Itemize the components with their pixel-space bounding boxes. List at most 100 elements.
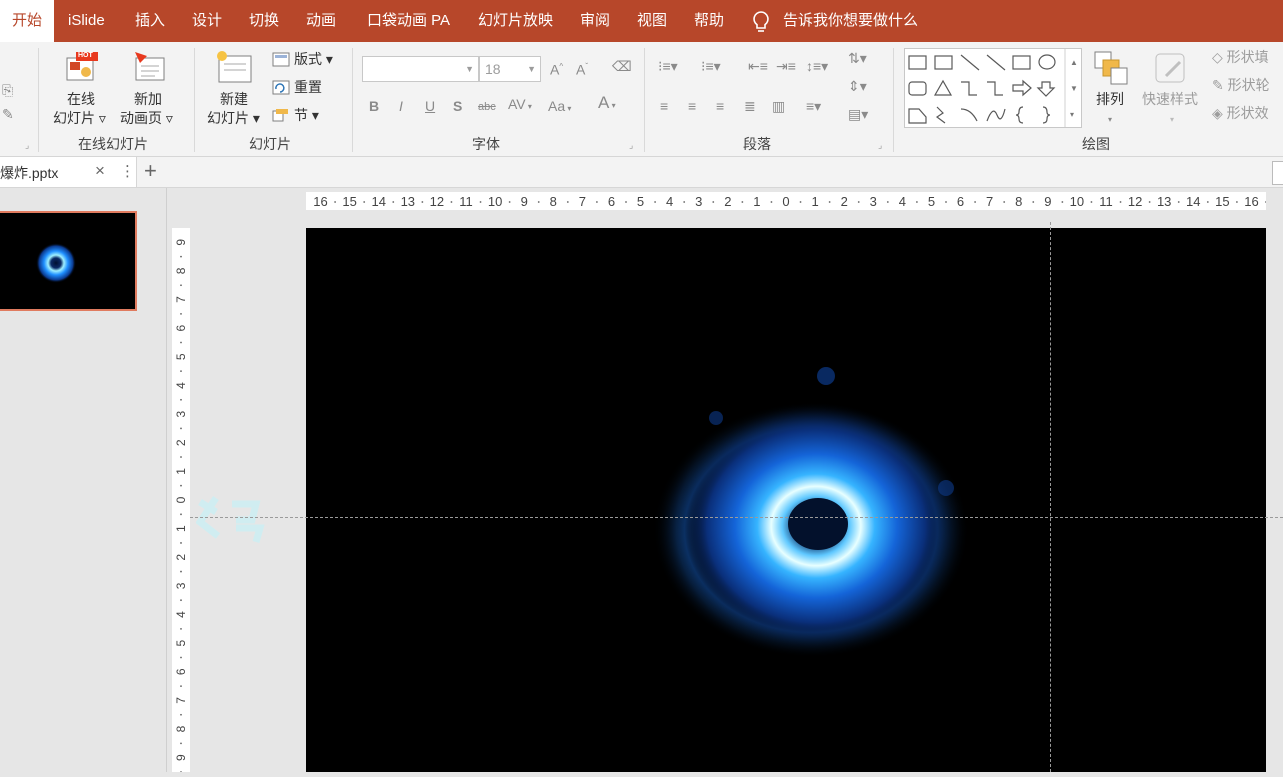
slide-canvas[interactable]: [306, 228, 1266, 772]
format-painter-icon[interactable]: ✎: [2, 106, 14, 122]
text-direction-icon[interactable]: ⇅▾: [848, 50, 867, 66]
layout-button[interactable]: 版式 ▾: [294, 50, 333, 69]
fireball-image[interactable]: [306, 228, 1266, 772]
ruler-tick: [1119, 201, 1122, 203]
tab-slideshow[interactable]: 幻灯片放映: [478, 0, 553, 42]
shape-outline-button[interactable]: ✎ 形状轮: [1212, 76, 1270, 95]
distributed-icon[interactable]: ▥: [772, 98, 785, 114]
tab-help[interactable]: 帮助: [694, 0, 724, 42]
align-center-icon[interactable]: ≡: [688, 98, 696, 114]
horizontal-ruler[interactable]: 16 15 14 13 12 11 10 9 8 7 6 5 4 3 2 1 0 1 2 3 4 5 6 7 8 9 10 11 12 1…: [306, 192, 1267, 210]
increase-font-icon[interactable]: A^: [550, 59, 563, 78]
ruler-tick: [1148, 201, 1151, 203]
reset-button[interactable]: 重置: [294, 78, 322, 97]
group-label-drawing: 绘图: [1082, 136, 1110, 152]
quick-styles-dropdown-icon[interactable]: ▾: [1170, 112, 1174, 128]
vertical-ruler[interactable]: 9 8 7 6 5 4 3 2 1 0 1 2 3 4 5 6 7 8 9: [172, 228, 190, 773]
slide-thumbnail[interactable]: [0, 211, 137, 311]
ribbon: ⎘ ✎ HOT 在线 幻灯片 ▿ 新加 动画页 ▿ 在线幻灯片 ⌟ 新建 幻灯片…: [0, 42, 1283, 157]
ruler-label: 4: [899, 194, 906, 209]
vertical-guide[interactable]: [1050, 222, 1051, 772]
quick-styles-icon[interactable]: [1152, 50, 1188, 91]
ruler-tick: [654, 201, 656, 203]
decrease-indent-icon[interactable]: ⇤≡: [748, 58, 768, 74]
decrease-font-icon[interactable]: Aˇ: [576, 59, 588, 78]
increase-indent-icon[interactable]: ⇥≡: [776, 58, 796, 74]
shadow-icon[interactable]: S: [453, 98, 462, 114]
arrange-icon[interactable]: [1093, 50, 1129, 91]
align-left-icon[interactable]: ≡: [660, 98, 668, 114]
ruler-label: 9: [1044, 194, 1051, 209]
tab-view[interactable]: 视图: [637, 0, 667, 42]
layout-icon[interactable]: [272, 52, 290, 72]
tab-insert[interactable]: 插入: [135, 0, 165, 42]
ruler-tick: [180, 542, 182, 544]
ruler-tick: [625, 201, 627, 203]
section-button[interactable]: 节 ▾: [294, 106, 319, 125]
ruler-label: 12: [430, 194, 444, 209]
ruler-tick: [596, 201, 598, 203]
ruler-tick: [1177, 201, 1180, 203]
document-tab[interactable]: 爆炸.pptx × ⋮: [0, 157, 137, 187]
tab-design[interactable]: 设计: [192, 0, 222, 42]
bullets-icon[interactable]: ⁝≡▾: [658, 58, 678, 74]
reset-icon[interactable]: [272, 80, 290, 100]
group-label-slides: 幻灯片: [249, 136, 291, 152]
align-right-icon[interactable]: ≡: [716, 98, 724, 114]
lightbulb-icon: [752, 11, 770, 38]
off-slide-object[interactable]: [195, 492, 296, 558]
new-slide-label-1[interactable]: 新建: [220, 90, 248, 109]
font-dialog-launcher-icon[interactable]: ⌟: [629, 140, 633, 151]
change-case-icon[interactable]: Aa ▾: [548, 98, 571, 117]
tab-pocket-animation[interactable]: 口袋动画 PA: [367, 0, 450, 42]
panel-toggle[interactable]: [1272, 161, 1283, 185]
ruler-tick: [1236, 201, 1238, 203]
new-animation-page-label-1[interactable]: 新加: [134, 90, 162, 109]
tab-review[interactable]: 审阅: [580, 0, 610, 42]
font-name-combo[interactable]: ▼: [362, 56, 479, 82]
ruler-tick: [799, 201, 802, 203]
arrange-dropdown-icon[interactable]: ▾: [1108, 112, 1112, 128]
quick-styles-button[interactable]: 快速样式: [1142, 90, 1198, 109]
clear-formatting-icon[interactable]: ⌫: [612, 58, 632, 74]
close-icon[interactable]: ×: [95, 161, 105, 181]
horizontal-guide[interactable]: [190, 517, 1283, 518]
smartart-icon[interactable]: ▤▾: [848, 106, 868, 122]
slide-thumbnails-pane: [0, 188, 167, 772]
shapes-gallery[interactable]: ▲ ▼ ▾: [904, 48, 1082, 128]
shape-fill-button[interactable]: ◇ 形状填: [1212, 48, 1269, 67]
new-animation-page-icon[interactable]: [133, 52, 167, 89]
section-icon[interactable]: [272, 108, 290, 128]
online-slides-label-1[interactable]: 在线: [67, 90, 95, 109]
arrange-button[interactable]: 排列: [1096, 90, 1124, 109]
strikethrough-icon[interactable]: abc: [478, 99, 496, 115]
justify-icon[interactable]: ≣: [744, 98, 756, 114]
bold-icon[interactable]: B: [369, 98, 379, 114]
font-color-icon[interactable]: A ▾: [598, 94, 616, 114]
new-animation-page-button[interactable]: 动画页 ▿: [120, 109, 173, 128]
underline-icon[interactable]: U: [425, 98, 435, 114]
numbering-icon[interactable]: ⁝≡▾: [701, 58, 721, 74]
new-slide-button[interactable]: 幻灯片 ▾: [207, 109, 260, 128]
font-size-combo[interactable]: 18 ▼: [479, 56, 541, 82]
online-slides-button[interactable]: 幻灯片 ▿: [53, 109, 106, 128]
add-tab-icon[interactable]: +: [144, 158, 157, 184]
ruler-label: 1: [174, 525, 188, 532]
tab-home[interactable]: 开始: [0, 0, 54, 42]
dialog-launcher-icon[interactable]: ⌟: [25, 140, 29, 151]
new-slide-icon[interactable]: [216, 50, 254, 89]
shape-effects-button[interactable]: ◈ 形状效: [1212, 104, 1269, 123]
character-spacing-icon[interactable]: AV ▾: [508, 96, 532, 115]
copy-icon[interactable]: ⎘: [2, 82, 13, 98]
tab-animations[interactable]: 动画: [306, 0, 336, 42]
tab-transitions[interactable]: 切换: [249, 0, 279, 42]
columns-icon[interactable]: ≡▾: [806, 98, 821, 114]
ruler-tick: [180, 398, 182, 401]
paragraph-dialog-launcher-icon[interactable]: ⌟: [878, 140, 882, 151]
line-spacing-icon[interactable]: ↕≡▾: [806, 58, 828, 74]
italic-icon[interactable]: I: [399, 98, 403, 114]
tab-islide[interactable]: iSlide: [68, 0, 105, 42]
more-options-icon[interactable]: ⋮: [120, 162, 135, 180]
tell-me-search[interactable]: 告诉我你想要做什么: [783, 0, 918, 42]
align-text-icon[interactable]: ⇕▾: [848, 78, 867, 94]
